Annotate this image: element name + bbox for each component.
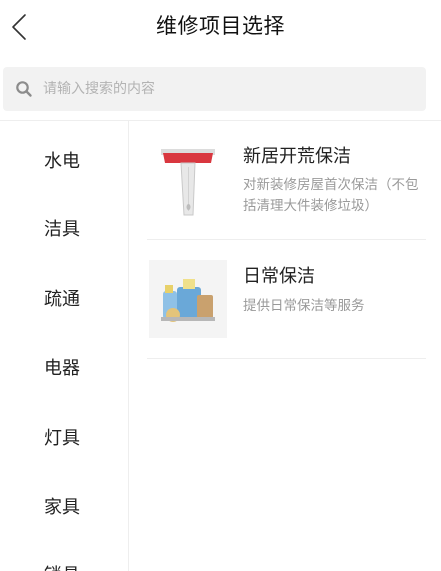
scraper-tool-image (149, 141, 227, 219)
item-title: 新居开荒保洁 (243, 146, 351, 167)
sidebar-item-appliances[interactable]: 电器 (0, 354, 124, 380)
cleaning-supplies-image (149, 260, 227, 338)
sidebar-item-locks[interactable]: 锁具 (0, 561, 124, 571)
sidebar-item-sanitary[interactable]: 洁具 (0, 215, 124, 241)
list-item[interactable]: 日常保洁 提供日常保洁等服务 (147, 240, 426, 359)
sidebar-item-furniture[interactable]: 家具 (0, 493, 124, 519)
sidebar-item-plumbing-electric[interactable]: 水电 (0, 147, 124, 173)
sidebar-item-unclogging[interactable]: 疏通 (0, 285, 124, 311)
search-box[interactable] (3, 67, 426, 111)
page-title: 维修项目选择 (156, 14, 285, 38)
search-bar (0, 56, 441, 120)
item-description: 提供日常保洁等服务 (243, 298, 365, 314)
sidebar-item-lighting[interactable]: 灯具 (0, 424, 124, 450)
list-item[interactable]: 新居开荒保洁 对新装修房屋首次保洁（不包括清理大件装修垃圾） (147, 121, 426, 240)
header: 维修项目选择 (0, 0, 441, 57)
search-input[interactable] (41, 80, 405, 98)
item-description: 对新装修房屋首次保洁（不包括清理大件装修垃圾） (243, 177, 419, 214)
item-title: 日常保洁 (243, 266, 315, 287)
service-list: 新居开荒保洁 对新装修房屋首次保洁（不包括清理大件装修垃圾） 日常保洁 提供日常… (129, 121, 441, 571)
category-sidebar[interactable]: 水电 洁具 疏通 电器 灯具 家具 锁具 (0, 121, 129, 571)
search-icon (15, 79, 35, 99)
